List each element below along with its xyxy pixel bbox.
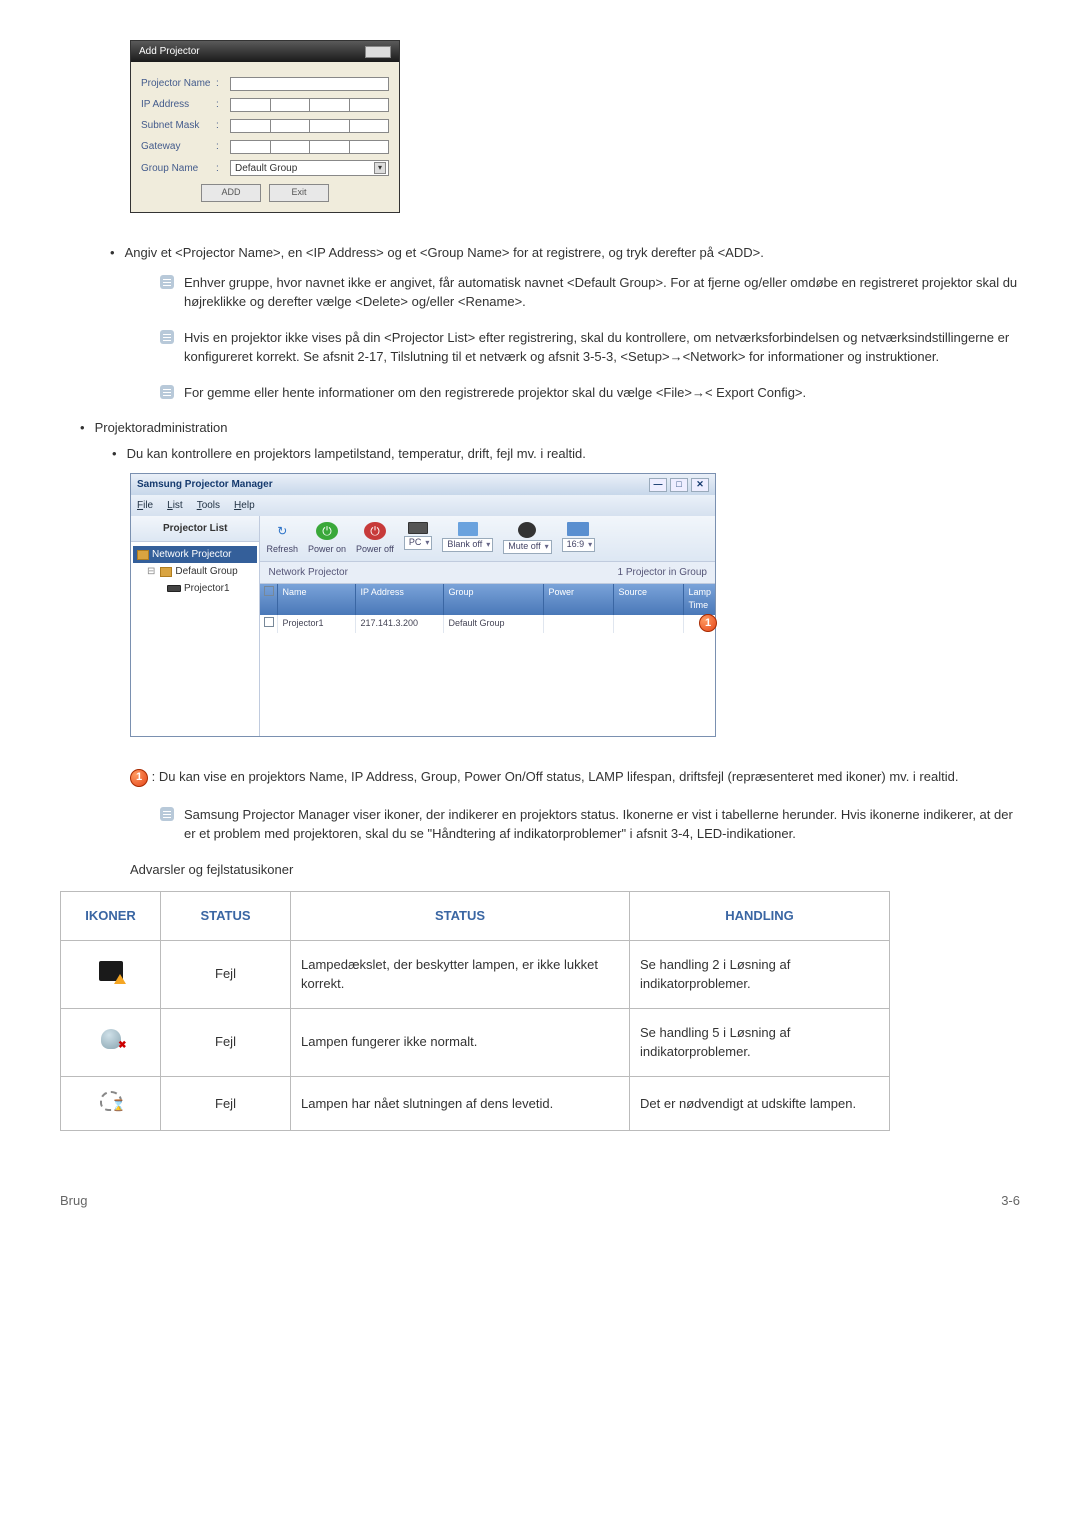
ip-address-input[interactable] (230, 98, 389, 112)
th-lamp[interactable]: Lamp Time (684, 584, 715, 615)
note-icon (160, 275, 174, 289)
section-heading: Projektoradministration (80, 418, 1020, 438)
table-intro: Advarsler og fejlstatusikoner (130, 860, 1020, 880)
callout-number-icon: 1 (130, 769, 148, 787)
note-icon (160, 330, 174, 344)
th-group[interactable]: Group (444, 584, 544, 615)
minimize-icon[interactable]: — (649, 478, 667, 492)
group-name-select[interactable]: Default Group ▾ (230, 160, 389, 176)
note-icon (160, 385, 174, 399)
menu-tools[interactable]: Tools (197, 498, 220, 513)
add-projector-dialog: Add Projector Projector Name : IP Addres… (130, 40, 400, 213)
close-icon[interactable] (365, 46, 391, 58)
sidebar: Projector List Network Projector ⊟ Defau… (131, 516, 260, 736)
close-icon[interactable]: ✕ (691, 478, 709, 492)
tree-projector-item[interactable]: Projector1 (133, 580, 257, 597)
lamp-cover-warning-icon (99, 961, 123, 981)
menu-file[interactable]: File (137, 498, 153, 513)
aspect-select[interactable]: 16:9 (562, 522, 596, 554)
th-status1: STATUS (161, 892, 291, 941)
chevron-down-icon: ▾ (374, 162, 386, 174)
footer-right: 3-6 (1001, 1191, 1020, 1211)
status-bar: Network Projector 1 Projector in Group (260, 562, 715, 584)
th-power[interactable]: Power (544, 584, 614, 615)
th-ip[interactable]: IP Address (356, 584, 444, 615)
table-row[interactable]: Projector1 217.141.3.200 Default Group (260, 615, 715, 634)
folder-icon (137, 550, 149, 560)
status-left: Network Projector (268, 565, 617, 580)
callout-description: 1 : Du kan vise en projektors Name, IP A… (130, 767, 1020, 787)
table-row: Fejl Lampen har nået slutningen af dens … (61, 1076, 890, 1131)
th-name[interactable]: Name (278, 584, 356, 615)
exit-button[interactable]: Exit (269, 184, 329, 202)
folder-icon (160, 567, 172, 577)
main-panel: ↻Refresh ⏻Power on ⏻Power off PC Blank o… (260, 516, 715, 736)
note-text: Samsung Projector Manager viser ikoner, … (184, 805, 1020, 844)
power-off-button[interactable]: ⏻Power off (356, 522, 394, 557)
tree-default-group[interactable]: ⊟ Default Group (133, 563, 257, 580)
footer-left: Brug (60, 1191, 87, 1211)
lamp-endoflife-icon (100, 1091, 122, 1111)
row-checkbox[interactable] (264, 617, 274, 627)
note-text: Hvis en projektor ikke vises på din <Pro… (184, 328, 1020, 367)
blank-select[interactable]: Blank off (442, 522, 493, 554)
aspect-icon (567, 522, 589, 536)
refresh-button[interactable]: ↻Refresh (266, 522, 298, 557)
th-source[interactable]: Source (614, 584, 684, 615)
window-title: Samsung Projector Manager (137, 477, 273, 492)
source-select[interactable]: PC (404, 522, 433, 552)
page-footer: Brug 3-6 (60, 1191, 1020, 1211)
th-icons: IKONER (61, 892, 161, 941)
gateway-input[interactable] (230, 140, 389, 154)
maximize-icon[interactable]: □ (670, 478, 688, 492)
th-checkbox[interactable] (260, 584, 278, 615)
note-text: For gemme eller hente informationer om d… (184, 383, 806, 403)
table-header: Name IP Address Group Power Source Lamp … (260, 584, 715, 615)
speaker-icon (518, 522, 536, 538)
menu-help[interactable]: Help (234, 498, 255, 513)
label-group: Group Name (141, 161, 216, 176)
projector-tree: Network Projector ⊟ Default Group Projec… (131, 542, 259, 601)
th-status2: STATUS (291, 892, 630, 941)
section-sub: Du kan kontrollere en projektors lampeti… (112, 444, 1020, 464)
table-row: Fejl Lampedækslet, der beskytter lampen,… (61, 940, 890, 1008)
label-ip: IP Address (141, 97, 216, 112)
lamp-malfunction-icon (101, 1029, 121, 1049)
dialog-body: Projector Name : IP Address : Subnet Mas… (131, 62, 399, 212)
add-button[interactable]: ADD (201, 184, 261, 202)
status-icon-table: IKONER STATUS STATUS HANDLING Fejl Lampe… (60, 891, 890, 1131)
menu-bar: File List Tools Help (131, 495, 715, 516)
table-row: Fejl Lampen fungerer ikke normalt. Se ha… (61, 1008, 890, 1076)
th-handling: HANDLING (630, 892, 890, 941)
label-subnet: Subnet Mask (141, 118, 216, 133)
dialog-title-text: Add Projector (139, 44, 200, 59)
power-on-button[interactable]: ⏻Power on (308, 522, 346, 557)
note-text: Enhver gruppe, hvor navnet ikke er angiv… (184, 273, 1020, 312)
tree-network-projector[interactable]: Network Projector (133, 546, 257, 563)
toolbar: ↻Refresh ⏻Power on ⏻Power off PC Blank o… (260, 516, 715, 562)
menu-list[interactable]: List (167, 498, 183, 513)
note-icon (160, 807, 174, 821)
mute-select[interactable]: Mute off (503, 522, 551, 556)
subnet-mask-input[interactable] (230, 119, 389, 133)
sidebar-header: Projector List (131, 516, 259, 542)
group-selected-value: Default Group (235, 161, 297, 176)
dialog-titlebar: Add Projector (131, 41, 399, 62)
projector-table: Name IP Address Group Power Source Lamp … (260, 584, 715, 634)
projector-name-input[interactable] (230, 77, 389, 91)
status-right: 1 Projector in Group (618, 565, 708, 580)
projector-manager-window: Samsung Projector Manager — □ ✕ File Lis… (130, 473, 716, 737)
tree-expand-icon: ⊟ (147, 564, 155, 579)
label-projector-name: Projector Name (141, 76, 216, 91)
instruction-line: Angiv et <Projector Name>, en <IP Addres… (110, 243, 1020, 263)
window-titlebar: Samsung Projector Manager — □ ✕ (131, 474, 715, 495)
monitor-icon (408, 522, 428, 534)
label-gateway: Gateway (141, 139, 216, 154)
callout-badge-1: 1 (699, 614, 717, 632)
blank-icon (458, 522, 478, 536)
projector-icon (167, 585, 181, 592)
